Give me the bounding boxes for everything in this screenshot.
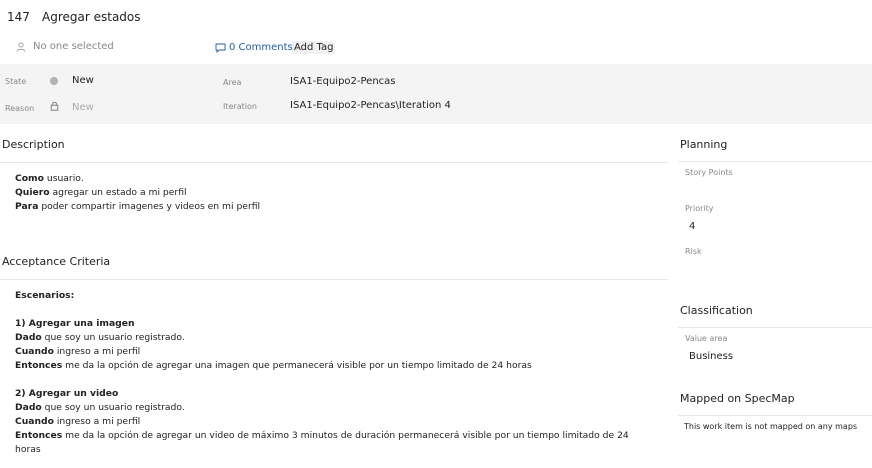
risk-label: Risk bbox=[685, 247, 702, 256]
scenarios-heading: Escenarios: bbox=[15, 290, 75, 301]
risk-field[interactable] bbox=[685, 259, 865, 273]
reason-label: Reason bbox=[5, 104, 35, 113]
scenario-2-line: Cuando ingreso a mi perfil bbox=[15, 416, 141, 427]
area-field[interactable]: ISA1-Equipo2-Pencas bbox=[290, 76, 396, 87]
description-line: Quiero agregar un estado a mi perfil bbox=[15, 187, 187, 198]
value-area-field[interactable]: Business bbox=[689, 351, 733, 362]
work-item-title[interactable]: Agregar estados bbox=[42, 10, 141, 24]
description-divider bbox=[0, 162, 668, 163]
person-icon bbox=[16, 41, 26, 52]
lock-icon bbox=[50, 101, 59, 111]
description-title: Description bbox=[2, 138, 65, 151]
scenario-1-line: Entonces me da la opción de agregar una … bbox=[15, 360, 532, 371]
fields-band bbox=[0, 64, 872, 124]
specmap-note: This work item is not mapped on any maps bbox=[684, 422, 858, 431]
iteration-label: Iteration bbox=[223, 102, 257, 111]
specmap-title: Mapped on SpecMap bbox=[680, 392, 795, 405]
description-line: Para poder compartir imagenes y videos e… bbox=[15, 201, 261, 212]
priority-field[interactable]: 4 bbox=[689, 221, 695, 232]
priority-label: Priority bbox=[685, 204, 714, 213]
work-item-id: 147 bbox=[7, 10, 30, 24]
value-area-label: Value area bbox=[685, 334, 728, 343]
acceptance-divider bbox=[0, 279, 668, 280]
scenario-2-line: Entonces me da la opción de agregar un v… bbox=[15, 430, 629, 441]
scenario-2-line: Dado que soy un usuario registrado. bbox=[15, 402, 185, 413]
comment-icon bbox=[215, 43, 226, 53]
state-dropdown[interactable]: New bbox=[72, 75, 94, 86]
reason-value: New bbox=[72, 102, 94, 113]
scenario-1-title: 1) Agregar una imagen bbox=[15, 318, 135, 329]
scenario-2-line: horas bbox=[15, 444, 41, 455]
state-label: State bbox=[5, 77, 27, 86]
comments-label: 0 Comments bbox=[229, 42, 293, 53]
comments-link[interactable]: 0 Comments bbox=[215, 42, 293, 53]
iteration-field[interactable]: ISA1-Equipo2-Pencas\Iteration 4 bbox=[290, 100, 451, 111]
planning-divider bbox=[678, 161, 872, 162]
state-dot-icon bbox=[50, 77, 58, 85]
assignee-picker[interactable]: No one selected bbox=[16, 41, 114, 52]
classification-title: Classification bbox=[680, 304, 753, 317]
scenario-1-line: Dado que soy un usuario registrado. bbox=[15, 332, 185, 343]
description-field[interactable]: Como usuario. Quiero agregar un estado a… bbox=[15, 172, 260, 214]
scenario-1-line: Cuando ingreso a mi perfil bbox=[15, 346, 141, 357]
description-line: Como usuario. bbox=[15, 173, 84, 184]
acceptance-title: Acceptance Criteria bbox=[2, 255, 111, 268]
scenario-2-title: 2) Agregar un video bbox=[15, 388, 119, 399]
planning-title: Planning bbox=[680, 138, 728, 151]
classification-divider bbox=[678, 327, 872, 328]
story-points-field[interactable] bbox=[685, 180, 865, 194]
assignee-label: No one selected bbox=[33, 41, 114, 52]
specmap-divider bbox=[678, 415, 872, 416]
acceptance-field[interactable]: Escenarios: 1) Agregar una imagen Dado q… bbox=[15, 289, 629, 457]
story-points-label: Story Points bbox=[685, 168, 733, 177]
add-tag-button[interactable]: Add Tag bbox=[292, 41, 336, 54]
area-label: Area bbox=[223, 78, 242, 87]
